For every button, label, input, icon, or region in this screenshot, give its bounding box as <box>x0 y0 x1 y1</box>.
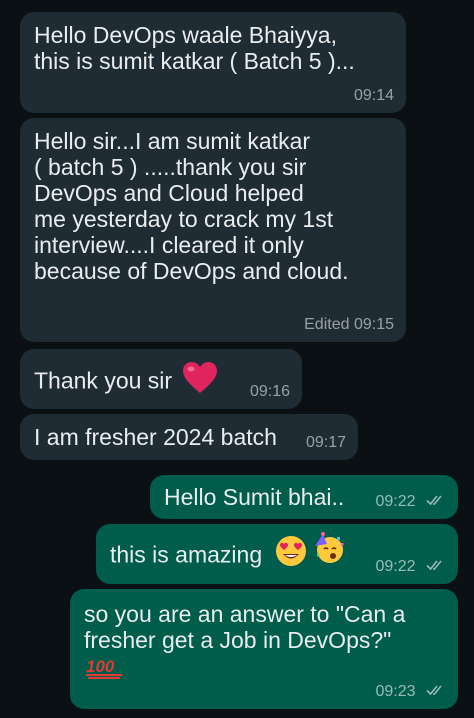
message-bubble-incoming[interactable]: Thank you sir 09:16 <box>20 349 302 409</box>
message-bubble-outgoing[interactable]: so you are an answer to "Can a fresher g… <box>70 589 458 709</box>
message-text: Hello DevOps waale Bhaiyya, this is sumi… <box>34 22 355 74</box>
message-time: 09:22 <box>375 493 416 510</box>
message-time: 09:16 <box>249 383 290 400</box>
message-time: 09:17 <box>305 434 346 451</box>
message-text: I am fresher 2024 batch <box>34 424 277 450</box>
message-time: 09:14 <box>353 87 394 104</box>
message-bubble-outgoing[interactable]: Hello Sumit bhai.. 09:22 <box>150 475 458 519</box>
message-text: so you are an answer to "Can a fresher g… <box>84 601 406 653</box>
hundred-points-icon: 100 <box>84 655 444 684</box>
edited-label: Edited <box>304 316 350 333</box>
message-bubble-incoming[interactable]: Hello sir...I am sumit katkar ( batch 5 … <box>20 118 406 342</box>
partying-face-icon <box>313 532 345 569</box>
message-meta: 09:23 <box>376 683 447 701</box>
double-check-icon <box>426 683 446 701</box>
message-meta: 09:22 <box>376 558 447 576</box>
message-time: 09:23 <box>375 683 416 700</box>
message-meta: Edited 09:15 <box>304 316 394 334</box>
message-time: 09:22 <box>375 558 416 575</box>
message-text: Hello sir...I am sumit katkar ( batch 5 … <box>34 128 349 284</box>
message-text: this is amazing <box>110 541 263 568</box>
message-bubble-incoming[interactable]: Hello DevOps waale Bhaiyya, this is sumi… <box>20 12 406 113</box>
message-meta: 09:22 <box>376 493 447 511</box>
message-bubble-outgoing[interactable]: this is amazing 09:22 <box>96 524 458 584</box>
hundred-text: 100 <box>86 657 115 676</box>
heart-eyes-face-icon <box>275 535 307 572</box>
message-bubble-incoming[interactable]: I am fresher 2024 batch 09:17 <box>20 414 358 460</box>
double-check-icon <box>426 493 446 511</box>
chat-screen: Hello DevOps waale Bhaiyya, this is sumi… <box>0 0 474 718</box>
message-text: Hello Sumit bhai.. <box>164 484 345 510</box>
red-heart-icon <box>182 361 218 400</box>
message-time: 09:15 <box>353 316 394 333</box>
message-text: Thank you sir <box>34 367 173 394</box>
double-check-icon <box>426 558 446 576</box>
